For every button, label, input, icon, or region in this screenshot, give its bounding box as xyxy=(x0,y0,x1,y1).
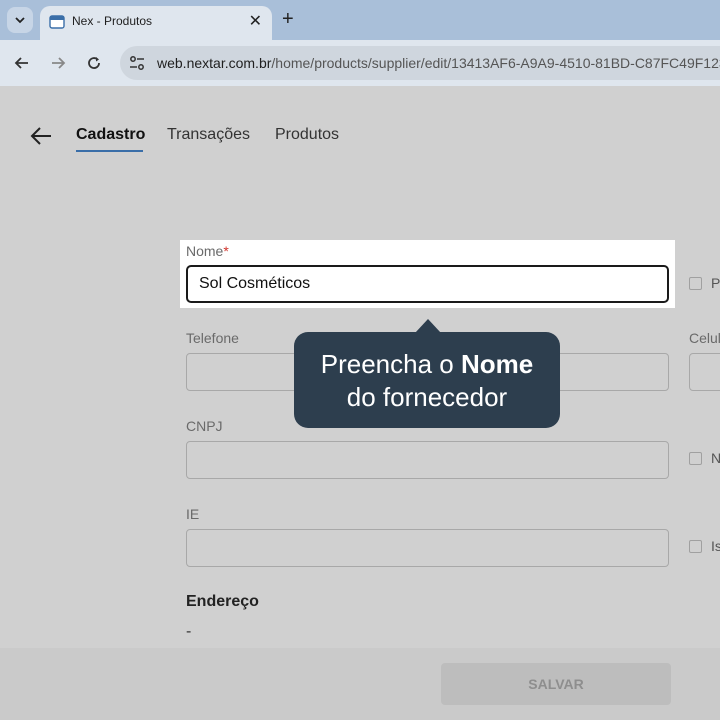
active-tab-indicator xyxy=(76,150,143,152)
reload-icon xyxy=(88,57,100,69)
browser-toolbar: web.nextar.com.br/home/products/supplier… xyxy=(0,40,720,86)
back-arrow-icon xyxy=(14,57,28,69)
close-tab-icon[interactable]: ✕ xyxy=(249,12,262,32)
phone-label: Telefone xyxy=(186,330,239,346)
save-button[interactable]: SALVAR xyxy=(441,663,671,705)
tooltip-line-1-bold: Nome xyxy=(460,349,534,379)
address-value: - xyxy=(186,623,192,640)
forward-nav-button[interactable] xyxy=(47,52,69,74)
name-input[interactable]: Sol Cosméticos xyxy=(186,265,669,303)
site-info-icon[interactable] xyxy=(128,54,146,72)
right-checkbox-1-label: P xyxy=(711,275,720,291)
url-path: /home/products/supplier/edit/13413AF6-A9… xyxy=(271,55,720,71)
cnpj-input[interactable] xyxy=(186,441,669,479)
page-content: Cadastro Transações Produtos Nome* Sol C… xyxy=(0,86,720,720)
onboarding-tooltip: Preencha o Nome do fornecedor xyxy=(294,332,560,428)
tab-produtos[interactable]: Produtos xyxy=(275,126,339,144)
right-checkbox-3-label: Is xyxy=(711,538,720,554)
name-label-text: Nome xyxy=(186,243,224,259)
browser-tabstrip: Nex - Produtos ✕ + xyxy=(0,0,720,40)
required-mark: * xyxy=(223,243,229,259)
tab-cadastro[interactable]: Cadastro xyxy=(76,126,145,144)
ie-label: IE xyxy=(186,506,200,522)
tooltip-line-1-prefix: Preencha o xyxy=(320,349,461,379)
url-host: web.nextar.com.br xyxy=(157,55,272,71)
url-text[interactable]: web.nextar.com.br/home/products/supplier… xyxy=(157,55,720,71)
ie-input[interactable] xyxy=(186,529,669,567)
tab-search-button[interactable] xyxy=(7,7,33,33)
tooltip-line-2: do fornecedor xyxy=(346,382,508,412)
tooltip-line-1: Preencha o Nome xyxy=(294,348,560,381)
address-bar[interactable]: web.nextar.com.br/home/products/supplier… xyxy=(120,46,720,80)
reload-button[interactable] xyxy=(83,52,105,74)
right-checkbox-2-label: N xyxy=(711,450,720,466)
cnpj-label: CNPJ xyxy=(186,418,223,434)
back-arrow-icon[interactable] xyxy=(30,126,52,146)
tab-transacoes[interactable]: Transações xyxy=(167,126,250,144)
tooltip-arrow xyxy=(415,319,441,333)
address-section-title: Endereço xyxy=(186,593,259,610)
store-favicon-icon xyxy=(49,15,65,29)
tab-title: Nex - Produtos xyxy=(72,14,153,28)
right-checkbox-3[interactable] xyxy=(689,540,702,553)
right-checkbox-1[interactable] xyxy=(689,277,702,290)
new-tab-button[interactable]: + xyxy=(282,8,294,30)
browser-tab[interactable]: Nex - Produtos ✕ xyxy=(40,6,272,40)
cellphone-input[interactable] xyxy=(689,353,720,391)
name-field-highlight: Nome* Sol Cosméticos xyxy=(180,240,675,308)
right-checkbox-2[interactable] xyxy=(689,452,702,465)
chevron-down-icon xyxy=(15,17,25,24)
name-label: Nome* xyxy=(186,243,229,259)
cellphone-label: Celul xyxy=(689,330,720,346)
forward-arrow-icon xyxy=(52,57,66,69)
back-nav-button[interactable] xyxy=(11,52,33,74)
form-footer: SALVAR xyxy=(0,648,720,720)
